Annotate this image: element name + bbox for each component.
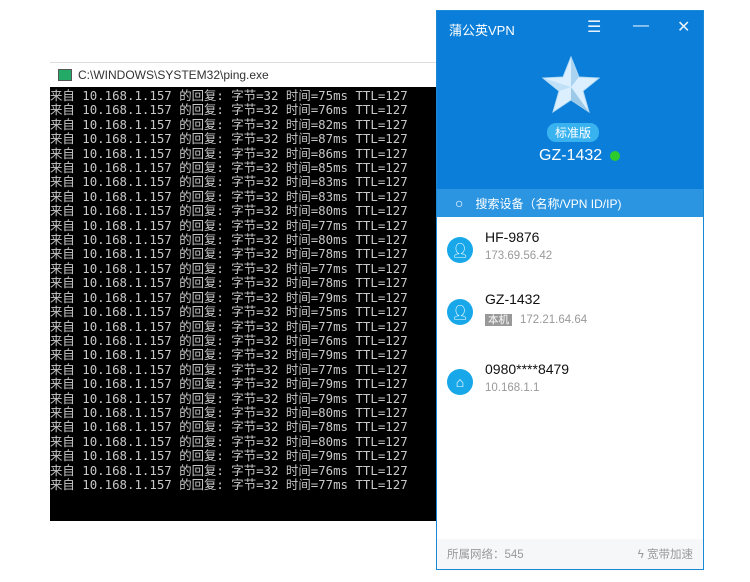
star-level-icon	[541, 55, 601, 114]
ping-line: 来自 10.168.1.157 的回复: 字节=32 时间=87ms TTL=1…	[50, 131, 408, 147]
online-status-icon	[610, 151, 620, 161]
ping-line: 来自 10.168.1.157 的回复: 字节=32 时间=80ms TTL=1…	[50, 203, 408, 219]
ping-line: 来自 10.168.1.157 的回复: 字节=32 时间=77ms TTL=1…	[50, 476, 408, 492]
ping-line: 来自 10.168.1.157 的回复: 字节=32 时间=79ms TTL=1…	[50, 390, 408, 406]
footer: 所属网络：545 ϟ 宽带加速	[437, 539, 703, 569]
ping-line: 来自 10.168.1.157 的回复: 字节=32 时间=85ms TTL=1…	[50, 160, 408, 176]
device-ip: 10.168.1.1	[485, 382, 540, 394]
device-item[interactable]: ⌂ 0980****8479 10.168.1.1	[447, 361, 569, 395]
ping-line: 来自 10.168.1.157 的回复: 字节=32 时间=79ms TTL=1…	[50, 448, 408, 464]
menu-icon[interactable]: ☰	[587, 17, 601, 37]
device-ip: 173.69.56.42	[485, 250, 553, 262]
boost-label: 宽带加速	[647, 549, 693, 561]
search-icon: ○	[455, 195, 464, 211]
ping-line: 来自 10.168.1.157 的回复: 字节=32 时间=76ms TTL=1…	[50, 332, 408, 348]
ping-line: 来自 10.168.1.157 的回复: 字节=32 时间=77ms TTL=1…	[50, 361, 408, 377]
vpn-header: 蒲公英VPN ☰ — ✕ 标准版 GZ-1432	[437, 11, 703, 189]
ping-line: 来自 10.168.1.157 的回复: 字节=32 时间=78ms TTL=1…	[50, 275, 408, 291]
ping-line: 来自 10.168.1.157 的回复: 字节=32 时间=75ms TTL=1…	[50, 88, 408, 103]
ping-line: 来自 10.168.1.157 的回复: 字节=32 时间=80ms TTL=1…	[50, 232, 408, 248]
device-ip: 172.21.64.64	[520, 314, 588, 326]
ping-line: 来自 10.168.1.157 的回复: 字节=32 时间=77ms TTL=1…	[50, 318, 408, 334]
this-device-tag: 本机	[485, 314, 512, 326]
edition-badge: 标准版	[547, 123, 600, 142]
device-search[interactable]: ○ 搜索设备（名称/VPN ID/IP)	[437, 189, 703, 217]
ping-line: 来自 10.168.1.157 的回复: 字节=32 时间=78ms TTL=1…	[50, 419, 408, 435]
router-icon: ⌂	[447, 369, 473, 395]
console-output: 来自 10.168.1.157 的回复: 字节=32 时间=75ms TTL=1…	[50, 87, 436, 492]
device-item[interactable]: 👤︎ HF-9876 173.69.56.42	[447, 229, 552, 263]
ping-line: 来自 10.168.1.157 的回复: 字节=32 时间=80ms TTL=1…	[50, 433, 408, 449]
device-name: GZ-1432	[485, 291, 541, 307]
ping-line: 来自 10.168.1.157 的回复: 字节=32 时间=83ms TTL=1…	[50, 188, 408, 204]
search-input[interactable]: 搜索设备（名称/VPN ID/IP)	[475, 195, 621, 212]
ping-line: 来自 10.168.1.157 的回复: 字节=32 时间=82ms TTL=1…	[50, 116, 408, 132]
broadband-boost-button[interactable]: ϟ 宽带加速	[638, 546, 693, 562]
ping-line: 来自 10.168.1.157 的回复: 字节=32 时间=75ms TTL=1…	[50, 304, 408, 320]
vpn-window: 蒲公英VPN ☰ — ✕ 标准版 GZ-1432 ○ 搜索设备（名称/VPN I…	[436, 10, 704, 570]
ping-line: 来自 10.168.1.157 的回复: 字节=32 时间=79ms TTL=1…	[50, 289, 408, 305]
ping-line: 来自 10.168.1.157 的回复: 字节=32 时间=86ms TTL=1…	[50, 145, 408, 161]
user-icon: 👤︎	[447, 237, 473, 263]
user-icon: 👤︎	[447, 299, 473, 325]
minimize-icon[interactable]: —	[633, 17, 649, 35]
device-name: 0980****8479	[485, 361, 570, 377]
lightning-icon: ϟ	[637, 549, 647, 561]
ping-line: 来自 10.168.1.157 的回复: 字节=32 时间=83ms TTL=1…	[50, 174, 408, 190]
ping-console-window: C:\WINDOWS\SYSTEM32\ping.exe 来自 10.168.1…	[50, 62, 436, 521]
network-label: 所属网络：545	[447, 549, 524, 561]
ping-line: 来自 10.168.1.157 的回复: 字节=32 时间=79ms TTL=1…	[50, 347, 408, 363]
close-icon[interactable]: ✕	[677, 17, 690, 37]
ping-line: 来自 10.168.1.157 的回复: 字节=32 时间=76ms TTL=1…	[50, 102, 408, 118]
console-title-bar[interactable]: C:\WINDOWS\SYSTEM32\ping.exe	[50, 62, 436, 87]
console-title: C:\WINDOWS\SYSTEM32\ping.exe	[78, 68, 269, 82]
app-title: 蒲公英VPN	[449, 23, 515, 38]
ping-line: 来自 10.168.1.157 的回复: 字节=32 时间=78ms TTL=1…	[50, 246, 408, 262]
ping-line: 来自 10.168.1.157 的回复: 字节=32 时间=77ms TTL=1…	[50, 217, 408, 233]
ping-line: 来自 10.168.1.157 的回复: 字节=32 时间=76ms TTL=1…	[50, 462, 408, 478]
ping-line: 来自 10.168.1.157 的回复: 字节=32 时间=79ms TTL=1…	[50, 376, 408, 392]
device-item[interactable]: 👤︎ GZ-1432 本机 172.21.64.64	[447, 291, 587, 327]
device-name: HF-9876	[485, 229, 540, 245]
console-icon	[58, 69, 72, 81]
ping-line: 来自 10.168.1.157 的回复: 字节=32 时间=80ms TTL=1…	[50, 404, 408, 420]
current-device-name: GZ-1432	[539, 147, 603, 164]
ping-line: 来自 10.168.1.157 的回复: 字节=32 时间=77ms TTL=1…	[50, 260, 408, 276]
